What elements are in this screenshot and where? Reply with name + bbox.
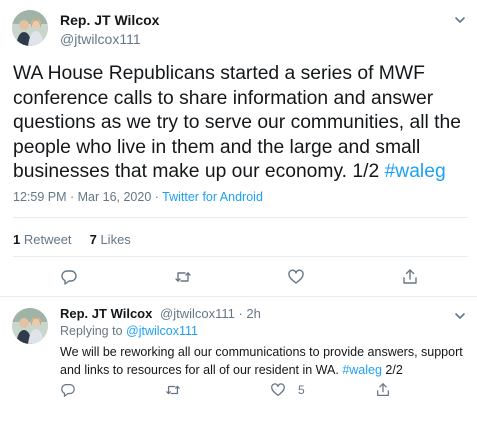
chevron-down-icon[interactable] (453, 13, 467, 27)
tweet-source[interactable]: Twitter for Android (162, 190, 263, 204)
author-name[interactable]: Rep. JT Wilcox (60, 12, 159, 28)
share-icon[interactable] (401, 268, 419, 286)
avatar[interactable] (12, 10, 48, 46)
like-icon[interactable] (270, 382, 286, 398)
tweet-text: WA House Republicans started a series of… (13, 62, 468, 185)
author-handle[interactable]: @jtwilcox111 (60, 31, 141, 47)
reply-like-count: 5 (298, 383, 305, 397)
likes-label: Likes (96, 232, 131, 247)
retweets-stat[interactable]: 1 Retweet (13, 232, 72, 247)
reply-suffix: 2/2 (381, 362, 403, 377)
mention-link[interactable]: @jtwilcox111 (126, 324, 198, 338)
hashtag-link[interactable]: #waleg (342, 363, 382, 377)
main-tweet: Rep. JT Wilcox @jtwilcox111 WA House Rep… (0, 0, 477, 297)
reply-icon[interactable] (60, 382, 76, 398)
tweet-time[interactable]: 12:59 PM · Mar 16, 2020 · (13, 190, 162, 204)
retweet-icon[interactable] (165, 382, 181, 398)
likes-count: 7 (89, 232, 97, 247)
reply-author-handle[interactable]: @jtwilcox111 · 2h (160, 306, 261, 321)
chevron-down-icon[interactable] (453, 309, 467, 323)
reply-icon[interactable] (60, 268, 78, 286)
tweet-meta: 12:59 PM · Mar 16, 2020 · Twitter for An… (13, 190, 263, 204)
likes-stat[interactable]: 7 Likes (90, 232, 131, 247)
reply-author-name[interactable]: Rep. JT Wilcox (60, 306, 152, 321)
divider (13, 256, 468, 257)
share-icon[interactable] (375, 382, 391, 398)
retweets-label: Retweet (20, 232, 72, 247)
tweet-stats: 1 Retweet 7 Likes (13, 232, 131, 247)
replying-to: Replying to @jtwilcox111 (60, 324, 198, 338)
replying-prefix: Replying to (60, 324, 127, 338)
divider (13, 217, 468, 218)
reply-text: We will be reworking all our communicati… (60, 344, 470, 379)
retweet-icon[interactable] (174, 268, 192, 286)
avatar[interactable] (12, 308, 48, 344)
hashtag-link[interactable]: #waleg (385, 161, 446, 182)
like-icon[interactable] (287, 268, 305, 286)
